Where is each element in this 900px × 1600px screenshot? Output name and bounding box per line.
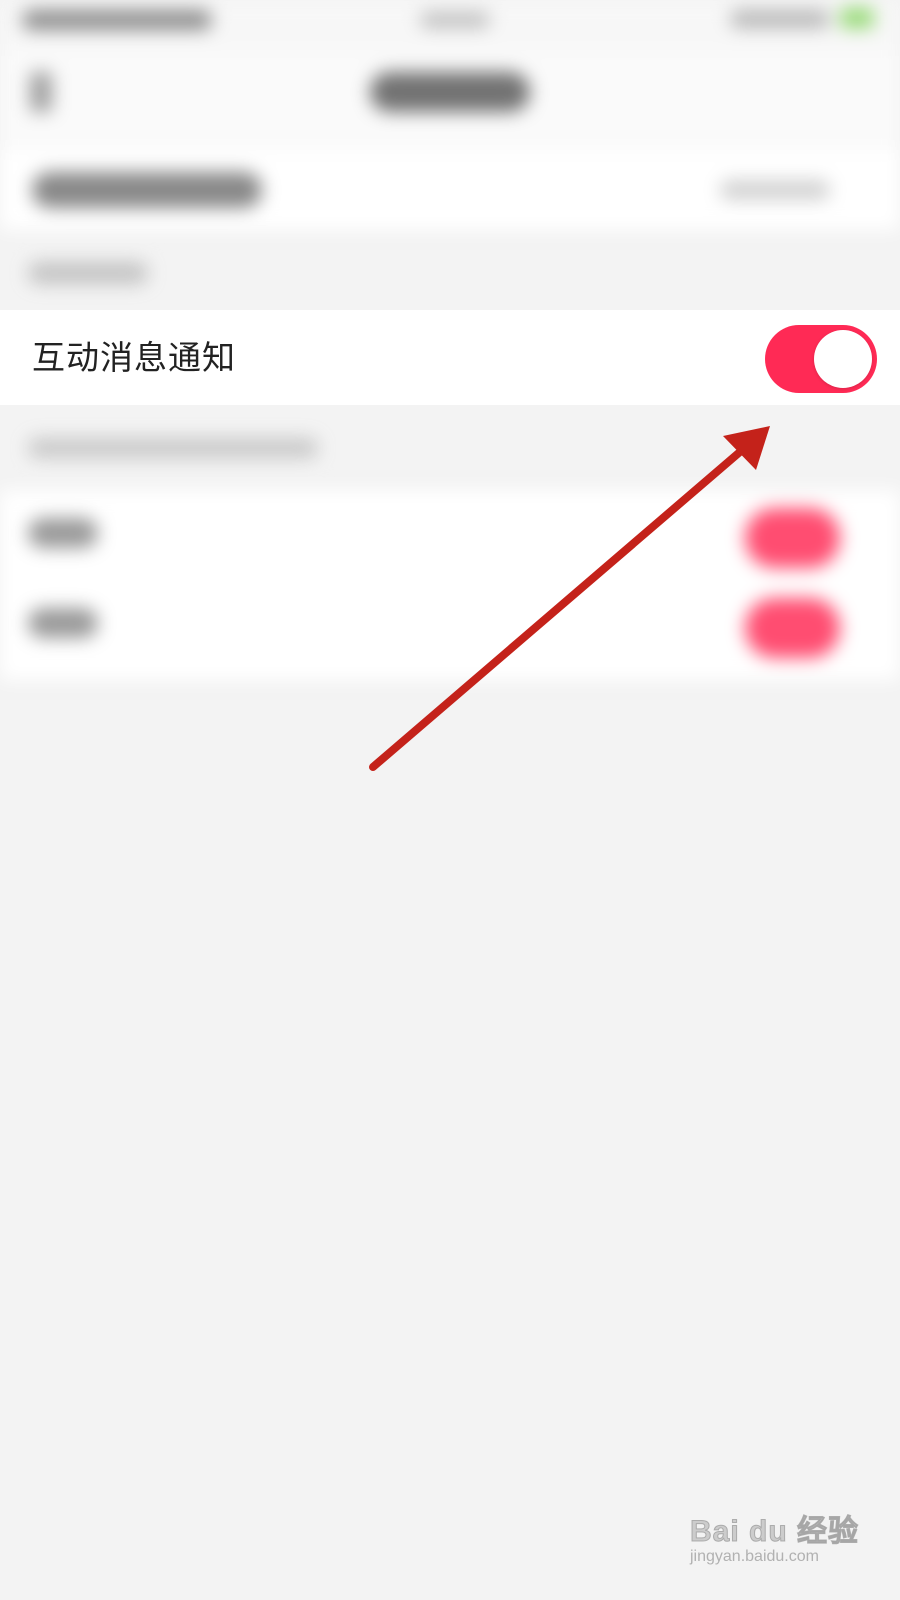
setting-row[interactable] — [0, 580, 900, 680]
setting-toggle[interactable] — [745, 598, 840, 658]
back-icon[interactable] — [30, 72, 52, 112]
toggle-knob — [814, 330, 872, 388]
status-bar-center — [420, 12, 490, 28]
section-header — [28, 438, 318, 458]
status-bar — [0, 0, 900, 50]
watermark-logo-text: Bai du 经验 — [689, 1515, 860, 1549]
setting-row-value — [720, 180, 830, 200]
watermark-url: jingyan.baidu.com — [690, 1548, 819, 1565]
setting-row[interactable] — [0, 490, 900, 580]
setting-toggle[interactable] — [745, 508, 840, 568]
nav-bar — [0, 50, 900, 150]
interaction-notification-label: 互动消息通知 — [32, 338, 236, 377]
interaction-notification-toggle[interactable] — [765, 325, 877, 393]
status-bar-left — [22, 10, 212, 30]
setting-row[interactable] — [0, 150, 900, 230]
status-bar-right — [730, 10, 830, 28]
battery-icon — [840, 8, 874, 28]
interaction-notification-row: 互动消息通知 — [0, 310, 900, 405]
setting-row-label — [28, 608, 98, 638]
setting-row-label — [28, 518, 98, 548]
setting-row-label — [32, 172, 262, 208]
baidu-jingyan-watermark: Bai du 经验 jingyan.baidu.com — [689, 1500, 870, 1580]
page-title — [370, 72, 530, 112]
section-header — [28, 262, 148, 284]
